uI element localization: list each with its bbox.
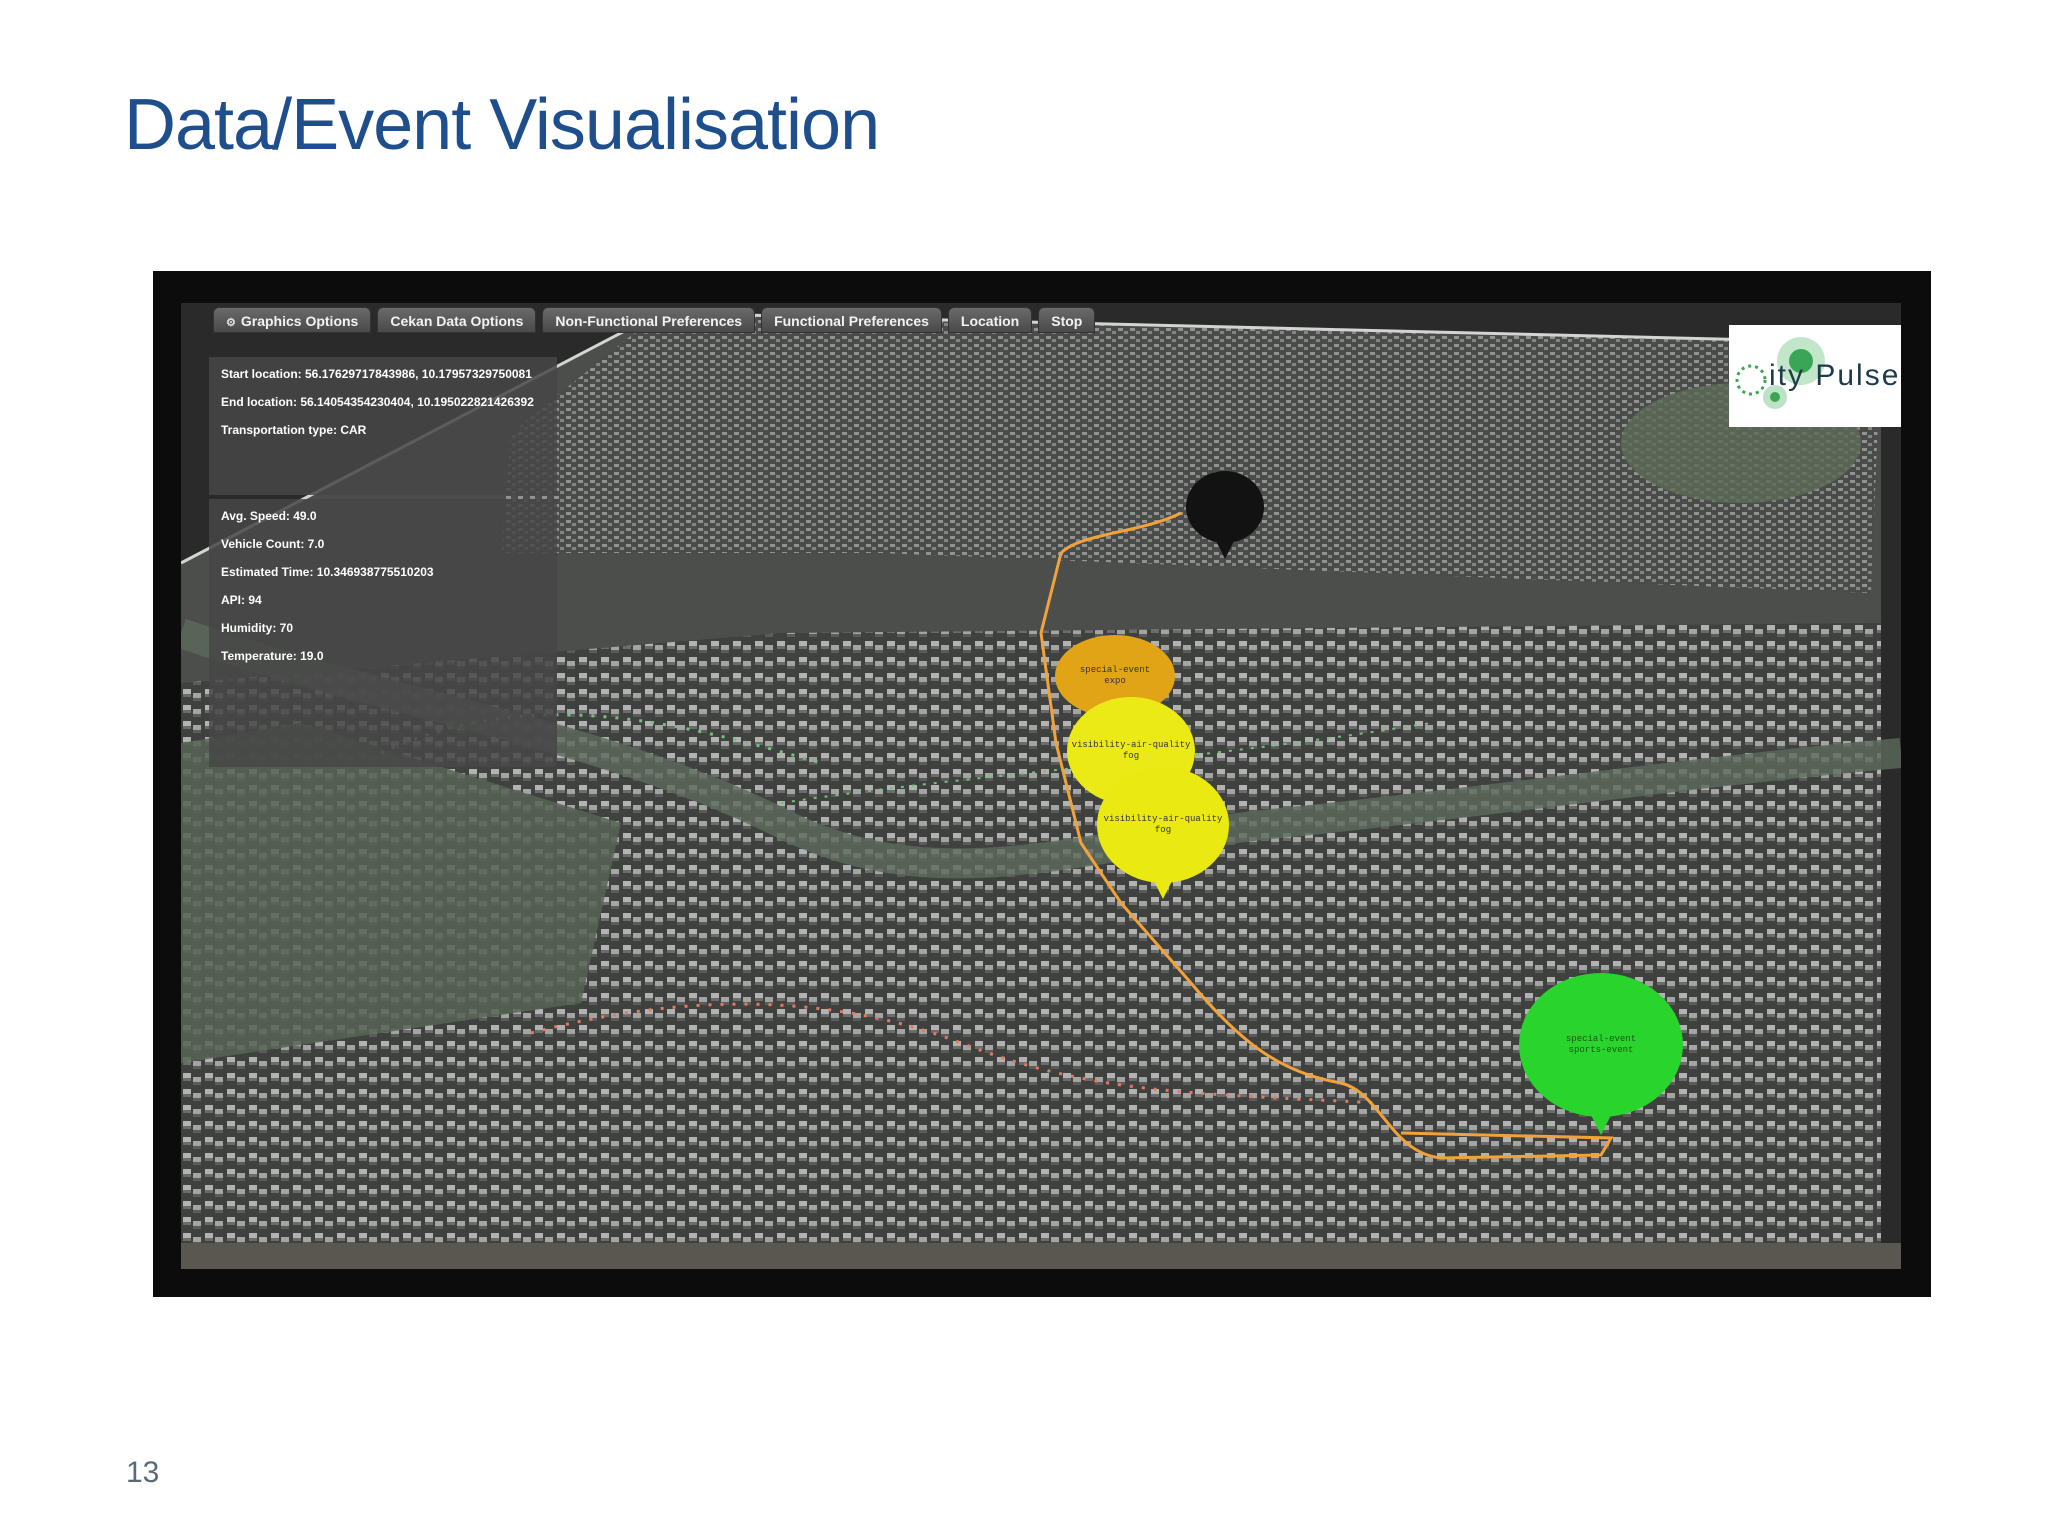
traffic-stats-panel: Avg. Speed: 49.0 Vehicle Count: 7.0 Esti…	[209, 499, 557, 767]
start-location: Start location: 56.17629717843986, 10.17…	[221, 367, 532, 381]
toolbar: ⚙ Graphics Options Cekan Data Options Non…	[213, 307, 1096, 333]
marker-label: visibility-air-quality	[1071, 740, 1191, 750]
api-value: API: 94	[221, 593, 262, 607]
tab-non-functional-preferences[interactable]: Non-Functional Preferences	[542, 307, 756, 333]
map-viewport[interactable]: ⚙ Graphics Options Cekan Data Options Non…	[181, 303, 1901, 1269]
tab-cekan-data-options[interactable]: Cekan Data Options	[377, 307, 537, 333]
marker-label: special-event	[1079, 665, 1151, 675]
marker-label: special-event	[1565, 1034, 1637, 1044]
event-marker-black[interactable]	[1186, 471, 1264, 543]
avg-speed: Avg. Speed: 49.0	[221, 509, 317, 523]
tab-location[interactable]: Location	[947, 307, 1033, 333]
logo-text: ity Pulse	[1769, 359, 1901, 392]
vehicle-count: Vehicle Count: 7.0	[221, 537, 325, 551]
marker-sublabel: sports-event	[1568, 1045, 1634, 1055]
estimated-time: Estimated Time: 10.346938775510203	[221, 565, 434, 579]
marker-sublabel: fog	[1122, 751, 1140, 761]
transportation-type: Transportation type: CAR	[221, 423, 367, 437]
tab-label: Graphics Options	[240, 313, 359, 329]
route-info-panel: Start location: 56.17629717843986, 10.17…	[209, 357, 557, 495]
tab-stop[interactable]: Stop	[1038, 307, 1096, 333]
app-screenshot: ⚙ Graphics Options Cekan Data Options Non…	[153, 271, 1931, 1297]
temperature: Temperature: 19.0	[221, 649, 324, 663]
event-marker-air-quality[interactable]: visibility-air-quality fog	[1097, 767, 1229, 883]
marker-sublabel: expo	[1104, 676, 1126, 686]
slide-title: Data/Event Visualisation	[124, 85, 880, 165]
end-location: End location: 56.14054354230404, 10.1950…	[221, 395, 534, 409]
citypulse-logo: ity Pulse	[1729, 325, 1901, 427]
tab-functional-preferences[interactable]: Functional Preferences	[761, 307, 942, 333]
page-number: 13	[126, 1456, 160, 1489]
tab-graphics-options[interactable]: ⚙ Graphics Options	[213, 307, 372, 333]
marker-sublabel: fog	[1154, 825, 1172, 835]
marker-label: visibility-air-quality	[1103, 814, 1223, 824]
gear-icon: ⚙	[226, 317, 236, 329]
event-marker-sports-event[interactable]: special-event sports-event	[1519, 973, 1683, 1117]
humidity: Humidity: 70	[221, 621, 294, 635]
